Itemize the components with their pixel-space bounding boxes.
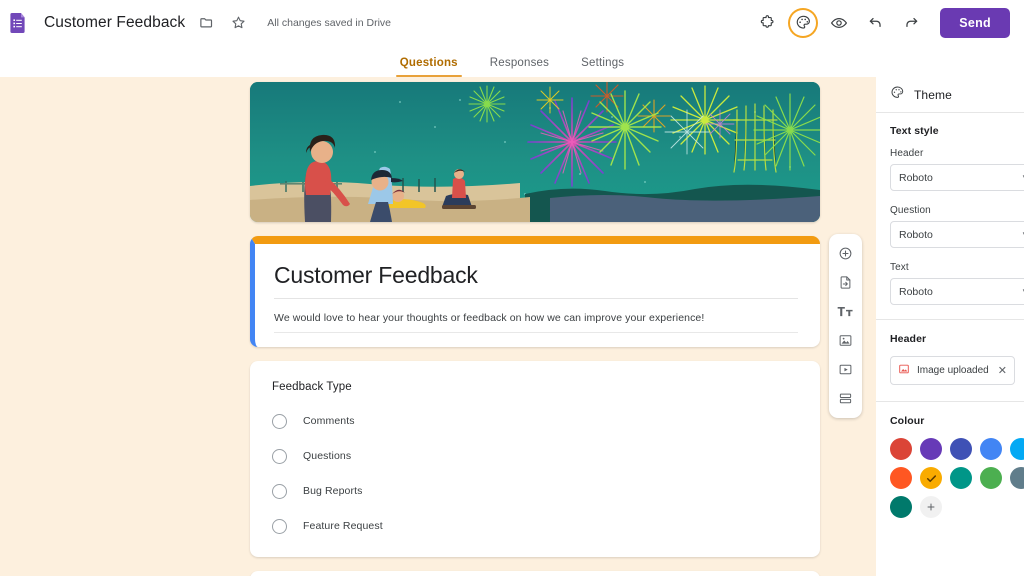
palette-theme-icon <box>890 85 905 105</box>
image-uploaded-chip[interactable]: Image uploaded ✕ <box>890 356 1015 385</box>
theme-panel-body: Text style Header Roboto ▼ Question Robo… <box>876 113 1024 518</box>
radio-icon[interactable] <box>272 448 287 464</box>
add-colour-button[interactable] <box>920 496 942 518</box>
header-section-title: Header <box>890 333 927 345</box>
colour-swatch[interactable] <box>950 438 972 460</box>
option-row-comments[interactable]: Comments <box>272 410 798 432</box>
add-video-icon[interactable] <box>832 357 860 382</box>
forms-document-icon[interactable] <box>6 10 32 36</box>
header-font-label: Header <box>890 148 924 159</box>
eye-preview-icon[interactable] <box>824 8 854 38</box>
google-forms-editor: Customer Feedback All changes saved in D… <box>0 0 1024 576</box>
text-style-section-title: Text style <box>890 125 939 137</box>
form-title-card[interactable]: Customer Feedback We would love to hear … <box>250 236 820 347</box>
theme-panel-header: Theme <box>876 77 1024 113</box>
form-description[interactable]: We would love to hear your thoughts or f… <box>274 299 798 333</box>
option-row-bug-reports[interactable]: Bug Reports <box>272 480 798 502</box>
editor-tabs: Questions Responses Settings <box>0 45 1024 77</box>
colour-swatch[interactable] <box>950 467 972 489</box>
section-divider <box>876 401 1024 402</box>
tab-questions[interactable]: Questions <box>384 57 474 77</box>
image-uploaded-icon <box>898 363 910 378</box>
radio-icon[interactable] <box>272 413 287 429</box>
radio-icon[interactable] <box>272 483 287 499</box>
colour-swatch[interactable] <box>890 496 912 518</box>
colour-section-title: Colour <box>890 415 925 427</box>
option-label: Questions <box>303 450 352 462</box>
add-item-toolbar <box>829 234 862 418</box>
undo-icon[interactable] <box>860 8 890 38</box>
save-status-text: All changes saved in Drive <box>267 16 391 29</box>
radio-icon[interactable] <box>272 518 287 534</box>
colour-swatch[interactable] <box>980 438 1002 460</box>
header-font-select[interactable]: Roboto ▼ <box>890 164 1024 191</box>
colour-swatch[interactable] <box>1010 438 1024 460</box>
colour-swatch[interactable] <box>1010 467 1024 489</box>
theme-side-panel: Theme Text style Header Roboto ▼ Questio… <box>876 77 1024 576</box>
tab-settings[interactable]: Settings <box>565 57 640 77</box>
star-icon[interactable] <box>225 10 251 36</box>
theme-panel-title: Theme <box>914 87 952 102</box>
check-icon <box>926 474 936 482</box>
puzzle-addons-icon[interactable] <box>752 8 782 38</box>
add-image-icon[interactable] <box>832 328 860 353</box>
form-title[interactable]: Customer Feedback <box>274 262 798 299</box>
colour-swatch[interactable] <box>920 438 942 460</box>
colour-swatch[interactable] <box>890 467 912 489</box>
header-font-value: Roboto <box>899 171 933 184</box>
text-font-select[interactable]: Roboto ▼ <box>890 278 1024 305</box>
document-title[interactable]: Customer Feedback <box>42 12 187 34</box>
plus-icon <box>927 503 935 511</box>
question-font-select[interactable]: Roboto ▼ <box>890 221 1024 248</box>
colour-swatch[interactable] <box>980 467 1002 489</box>
option-label: Comments <box>303 415 355 427</box>
colour-swatch-selected[interactable] <box>920 467 942 489</box>
question-title[interactable]: Feedback Type <box>272 381 798 393</box>
palette-theme-icon[interactable] <box>788 8 818 38</box>
top-bar-actions: Send <box>752 7 1010 38</box>
option-row-feature-request[interactable]: Feature Request <box>272 515 798 537</box>
redo-icon[interactable] <box>896 8 926 38</box>
add-section-icon[interactable] <box>832 386 860 411</box>
text-font-value: Roboto <box>899 285 933 298</box>
colour-swatch[interactable] <box>890 438 912 460</box>
option-label: Bug Reports <box>303 485 363 497</box>
option-label: Feature Request <box>303 520 383 532</box>
add-question-icon[interactable] <box>832 241 860 266</box>
question-card-feedback-type[interactable]: Feedback Type Comments Questions Bug Rep… <box>250 361 820 557</box>
question-card-next-partial[interactable]: Feedback* <box>250 571 820 576</box>
top-app-bar: Customer Feedback All changes saved in D… <box>0 0 1024 45</box>
close-icon[interactable]: ✕ <box>998 364 1007 377</box>
folder-move-icon[interactable] <box>193 10 219 36</box>
form-header-image[interactable] <box>250 82 820 222</box>
tab-responses[interactable]: Responses <box>474 57 565 77</box>
add-title-description-icon[interactable] <box>832 299 860 324</box>
section-divider <box>876 319 1024 320</box>
question-font-label: Question <box>890 205 931 216</box>
send-button[interactable]: Send <box>940 7 1010 38</box>
text-font-label: Text <box>890 262 909 273</box>
option-row-questions[interactable]: Questions <box>272 445 798 467</box>
question-font-value: Roboto <box>899 228 933 241</box>
import-questions-icon[interactable] <box>832 270 860 295</box>
colour-swatch-grid <box>890 438 1024 518</box>
form-column: Customer Feedback We would love to hear … <box>250 82 820 576</box>
image-uploaded-label: Image uploaded <box>917 365 989 376</box>
form-workspace: Customer Feedback We would love to hear … <box>0 77 876 576</box>
